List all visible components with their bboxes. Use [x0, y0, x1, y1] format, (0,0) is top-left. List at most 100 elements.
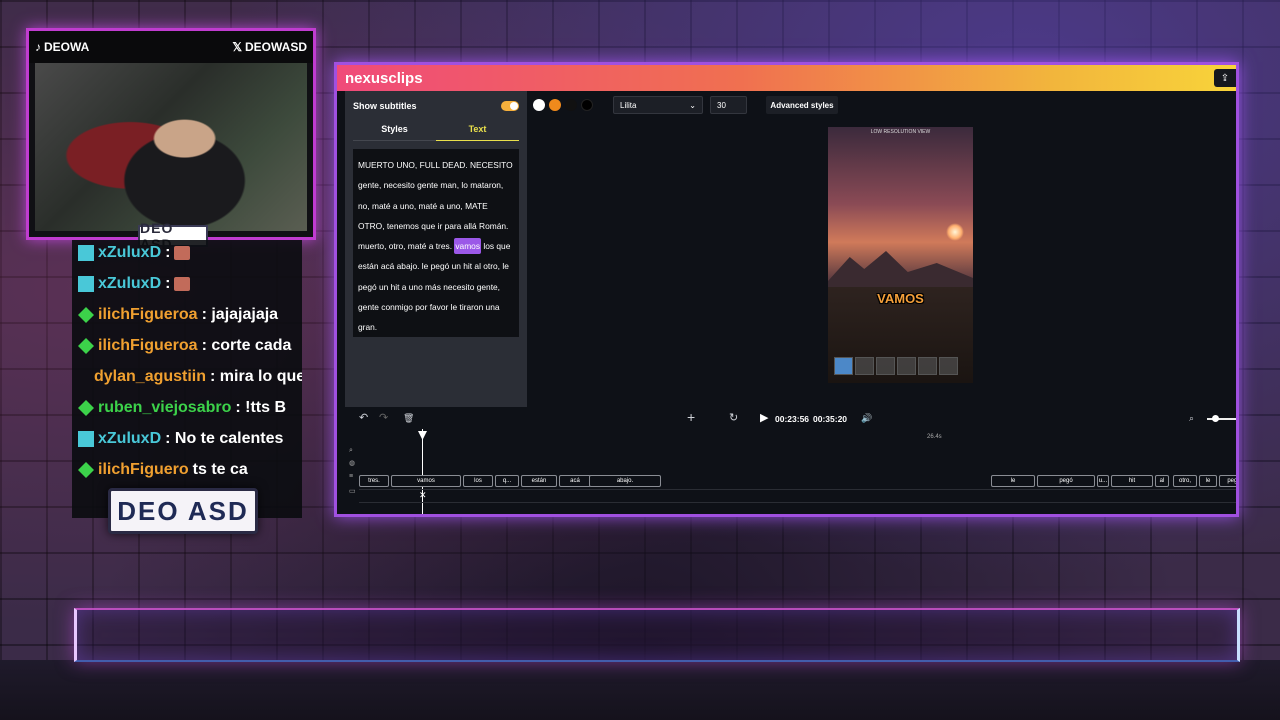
subtitle-clip[interactable]: vamos	[391, 475, 461, 487]
chat-panel: xZuluxD: xZuluxD: ilichFigueroa: jajajajaj…	[72, 240, 302, 518]
total-time: 00:35:20	[813, 414, 848, 424]
chat-username[interactable]: ilichFigueroa	[98, 306, 198, 324]
subtitles-track-icon[interactable]: ≡	[349, 473, 353, 480]
subtitle-clip[interactable]: los	[463, 475, 493, 487]
emote-icon	[174, 277, 191, 291]
redo-icon[interactable]: ↷	[379, 411, 388, 424]
video-track-icon[interactable]: ▭	[349, 487, 356, 495]
subtitle-clip[interactable]: están	[521, 475, 557, 487]
subtitle-clip[interactable]: abajo.	[589, 475, 661, 487]
chat-message: xZuluxD:	[78, 275, 191, 293]
font-select[interactable]: Lilita ⌄	[613, 96, 703, 114]
zoom-slider-knob[interactable]	[1212, 415, 1219, 422]
chat-message: xZuluxD: No te calentes	[78, 430, 283, 448]
subtitle-clip[interactable]: pegó	[1219, 475, 1236, 487]
subtitle-panel: Show subtitles Styles Text MUERTO UNO, F…	[345, 91, 527, 407]
chat-message: ilichFigueroa: corte cada	[78, 337, 291, 355]
nexusclips-window: nexusclips ⇪ Show subtitles Styles Text …	[334, 62, 1239, 517]
chat-text: : mira lo que	[210, 368, 302, 385]
chat-badge-icon	[78, 338, 94, 354]
transcript-editor[interactable]: MUERTO UNO, FULL DEAD. NECESITO gente, n…	[353, 149, 519, 337]
subtitle-clip[interactable]: acá	[559, 475, 591, 487]
hotbar-slot	[855, 357, 874, 375]
subtitle-clip[interactable]: u...	[1097, 475, 1109, 487]
video-preview: LOW RESOLUTION VIEW VAMOS	[828, 127, 973, 383]
chat-badge-icon	[78, 431, 94, 447]
chat-badge-icon	[78, 276, 94, 292]
sun	[946, 223, 964, 241]
hotbar-slot	[939, 357, 958, 375]
subtitle-clip[interactable]: le	[1199, 475, 1217, 487]
subtitle-clip[interactable]: tres.	[359, 475, 389, 487]
share-icon: ⇪	[1220, 72, 1230, 84]
chat-username[interactable]: ilichFigueroa	[98, 337, 198, 355]
chat-badge-icon	[78, 307, 94, 323]
chat-badge-icon	[78, 400, 94, 416]
tab-styles[interactable]: Styles	[353, 121, 436, 141]
highlighted-word[interactable]: vamos	[454, 238, 482, 255]
subtitle-clip[interactable]: hit	[1111, 475, 1153, 487]
playhead-handle[interactable]	[418, 431, 427, 440]
tab-text[interactable]: Text	[436, 121, 519, 141]
app-header: nexusclips	[337, 65, 1236, 91]
show-subtitles-toggle[interactable]	[501, 101, 519, 111]
hotbar-slot	[897, 357, 916, 375]
subtitle-clip[interactable]: pegó	[1037, 475, 1095, 487]
show-subtitles-row: Show subtitles	[353, 99, 519, 113]
preview-hud-text: LOW RESOLUTION VIEW	[870, 129, 931, 135]
volume-icon[interactable]: 🔊	[861, 413, 872, 424]
zoom-icon[interactable]: ⌕	[349, 447, 353, 455]
panel-tabs: Styles Text	[353, 121, 519, 141]
layers-icon[interactable]: ◍	[349, 459, 355, 467]
game-hotbar	[834, 357, 958, 375]
advanced-styles-button[interactable]: Advanced styles	[766, 96, 838, 114]
subtitle-clip[interactable]: q...	[495, 475, 519, 487]
neon-light-bar	[74, 608, 1240, 662]
chat-username[interactable]: ilichFiguero	[98, 461, 189, 479]
undo-icon[interactable]: ↶	[359, 411, 368, 424]
tiktok-handle: ♪ DEOWA	[35, 40, 90, 54]
close-icon[interactable]: ✕	[419, 490, 427, 501]
restart-icon[interactable]: ↻	[729, 411, 738, 424]
webcam-video	[35, 63, 307, 231]
chat-text: : corte cada	[201, 337, 292, 354]
chat-username[interactable]: ruben_viejosabro	[98, 399, 231, 417]
chat-username[interactable]: xZuluxD	[98, 430, 161, 448]
floor	[0, 660, 1280, 720]
subtitle-clip[interactable]: le	[991, 475, 1035, 487]
share-button[interactable]: ⇪	[1214, 69, 1236, 87]
overlay-logo: DEO ASD	[108, 488, 258, 534]
zoom-icon[interactable]: ⌕	[1189, 413, 1194, 424]
chat-text: :	[165, 275, 171, 292]
add-icon[interactable]: +	[687, 409, 695, 425]
color-swatch[interactable]	[581, 99, 593, 111]
chat-username[interactable]: xZuluxD	[98, 275, 161, 293]
delete-icon[interactable]: 🗑	[403, 413, 414, 424]
font-size-input[interactable]: 30	[710, 96, 747, 114]
emote-icon	[174, 246, 191, 260]
chat-message: ilichFigueroa: jajajajaja	[78, 306, 278, 324]
playhead[interactable]	[422, 429, 423, 514]
chat-message: xZuluxD:	[78, 244, 191, 262]
subtitle-clip[interactable]: al	[1155, 475, 1169, 487]
timeline[interactable]: 26.4s ⌕ ◍ ≡ ▭ ✕ tres. vamos los q... están ac…	[345, 429, 1236, 514]
webcam-frame: ♪ DEOWA 𝕏 DEOWASD	[26, 28, 316, 240]
chat-message: ruben_viejosabro: !tts B	[78, 399, 286, 417]
chat-username[interactable]: dylan_agustiin	[94, 368, 206, 386]
duration-label: 26.4s	[927, 434, 942, 440]
chat-text: :	[165, 244, 171, 261]
color-swatch[interactable]	[533, 99, 545, 111]
chat-message: ilichFiguero ts te ca	[78, 461, 248, 479]
chat-text: : No te calentes	[165, 430, 284, 447]
chat-username[interactable]: xZuluxD	[98, 244, 161, 262]
chat-text: : jajajajaja	[201, 306, 279, 323]
color-swatch[interactable]	[565, 99, 577, 111]
chat-badge-icon	[78, 462, 94, 478]
x-icon: 𝕏	[232, 40, 242, 54]
color-swatch[interactable]	[549, 99, 561, 111]
hotbar-slot	[876, 357, 895, 375]
chat-badge-icon	[78, 245, 94, 261]
play-icon[interactable]: ▶	[760, 411, 768, 424]
subtitle-clip[interactable]: otro,	[1173, 475, 1197, 487]
chat-message: dylan_agustiin: mira lo que	[78, 368, 302, 386]
